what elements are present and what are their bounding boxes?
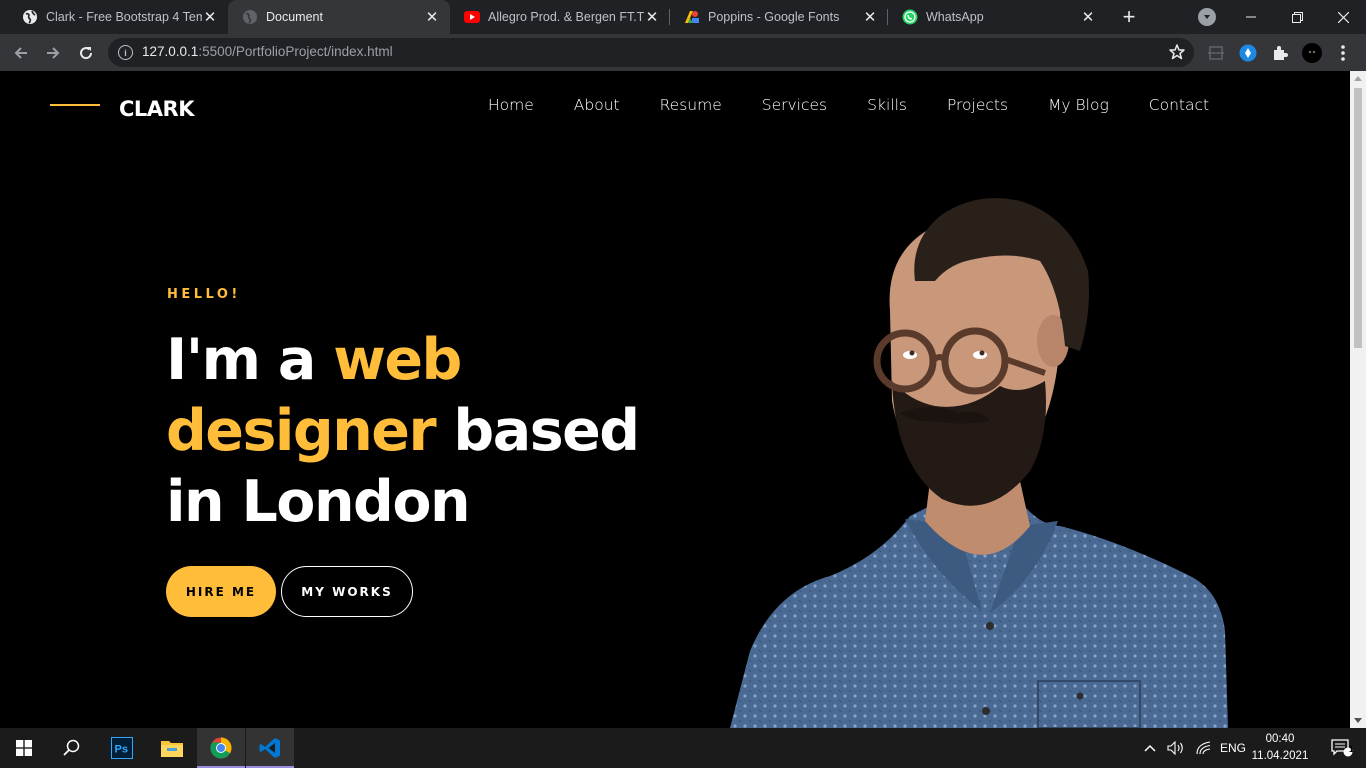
headline-accent: web [333, 327, 462, 393]
hire-me-button[interactable]: HIRE ME [166, 566, 276, 617]
minimize-icon[interactable] [1228, 0, 1274, 34]
tab-google-fonts[interactable]: Poppins - Google Fonts ✕ [670, 0, 888, 34]
tab-title: WhatsApp [926, 10, 984, 24]
bookmark-star-icon[interactable] [1168, 43, 1186, 61]
new-tab-button[interactable]: + [1117, 4, 1141, 29]
clock[interactable]: 00:40 11.04.2021 [1248, 731, 1312, 765]
volume-icon[interactable] [1166, 741, 1186, 755]
nav-skills[interactable]: Skills [867, 96, 907, 114]
brand-accent-line [50, 104, 100, 106]
my-works-button[interactable]: MY WORKS [281, 566, 413, 617]
network-icon[interactable] [1194, 741, 1214, 755]
metamask-extension-icon[interactable] [1238, 43, 1258, 63]
scroll-up-arrow-icon[interactable] [1354, 76, 1362, 81]
web-page: CLARK Home About Resume Services Skills … [0, 71, 1350, 728]
nav-contact[interactable]: Contact [1149, 96, 1209, 114]
hero-headline: I'm a web designer based in London [166, 325, 686, 538]
tab-youtube[interactable]: Allegro Prod. & Bergen FT.Tu ✕ [450, 0, 670, 34]
reload-icon[interactable] [74, 41, 98, 65]
tab-title: Allegro Prod. & Bergen FT.Tu [488, 10, 644, 24]
headline-accent: designer [166, 398, 437, 464]
notification-center-icon[interactable]: 1 [1318, 728, 1366, 768]
page-scrollbar[interactable] [1350, 71, 1366, 728]
url-text: 127.0.0.1:5500/PortfolioProject/index.ht… [142, 44, 393, 59]
globe-icon [242, 9, 258, 25]
tab-clark[interactable]: Clark - Free Bootstrap 4 Temp ✕ [8, 0, 228, 34]
extension-icon[interactable] [1206, 43, 1226, 63]
whatsapp-icon [902, 9, 918, 25]
tab-whatsapp[interactable]: WhatsApp ✕ [888, 0, 1106, 34]
hero-greeting: HELLO! [167, 287, 241, 302]
nav-services[interactable]: Services [762, 96, 827, 114]
headline-text: I'm a [166, 327, 334, 393]
hero-portrait-image [730, 198, 1228, 728]
tab-title: Document [266, 10, 323, 24]
scroll-down-arrow-icon[interactable] [1354, 718, 1362, 723]
nav-about[interactable]: About [574, 96, 620, 114]
clock-date: 11.04.2021 [1251, 750, 1309, 762]
close-icon[interactable]: ✕ [424, 9, 440, 26]
windows-start-icon[interactable] [0, 728, 48, 768]
headline-text: in London [166, 469, 471, 535]
chrome-icon[interactable] [197, 728, 245, 768]
nav-resume[interactable]: Resume [660, 96, 722, 114]
tab-search-icon[interactable] [1198, 8, 1216, 26]
close-window-icon[interactable] [1320, 0, 1366, 34]
tab-title: Clark - Free Bootstrap 4 Temp [46, 10, 202, 24]
profile-avatar[interactable] [1302, 43, 1322, 63]
site-logo[interactable]: CLARK [119, 97, 195, 121]
globe-icon [22, 9, 38, 25]
site-info-icon[interactable]: i [118, 45, 133, 60]
window-controls [1228, 0, 1366, 34]
nav-my-blog[interactable]: My Blog [1048, 96, 1109, 114]
photoshop-icon[interactable]: Ps [98, 728, 146, 768]
forward-icon[interactable] [41, 41, 65, 65]
close-icon[interactable]: ✕ [644, 9, 660, 26]
address-bar[interactable]: i 127.0.0.1:5500/PortfolioProject/index.… [108, 38, 1194, 67]
search-icon[interactable] [48, 728, 96, 768]
windows-taskbar: Ps ENG 00:40 11.04.2021 1 [0, 728, 1366, 768]
notification-count-badge: 1 [1349, 745, 1354, 754]
menu-kebab-icon[interactable] [1333, 43, 1353, 63]
restore-icon[interactable] [1274, 0, 1320, 34]
vscode-icon[interactable] [246, 728, 294, 768]
url-path: :5500/PortfolioProject/index.html [198, 44, 393, 59]
scrollbar-thumb[interactable] [1354, 88, 1362, 348]
youtube-icon [464, 9, 480, 25]
google-fonts-icon [684, 9, 700, 25]
main-navigation: Home About Resume Services Skills Projec… [488, 96, 1249, 114]
system-tray: ENG [1142, 728, 1246, 768]
puzzle-extensions-icon[interactable] [1270, 43, 1290, 63]
nav-home[interactable]: Home [488, 96, 534, 114]
close-icon[interactable]: ✕ [1080, 9, 1096, 26]
tab-document[interactable]: Document ✕ [228, 0, 450, 34]
back-icon[interactable] [9, 41, 33, 65]
close-icon[interactable]: ✕ [862, 9, 878, 26]
headline-text: based [435, 398, 640, 464]
browser-tab-strip: Clark - Free Bootstrap 4 Temp ✕ Document… [0, 0, 1366, 34]
nav-projects[interactable]: Projects [947, 96, 1008, 114]
clock-time: 00:40 [1265, 733, 1295, 745]
close-icon[interactable]: ✕ [202, 9, 218, 26]
svg-text:Ps: Ps [115, 744, 128, 756]
file-explorer-icon[interactable] [148, 728, 196, 768]
tab-title: Poppins - Google Fonts [708, 10, 840, 24]
browser-toolbar: i 127.0.0.1:5500/PortfolioProject/index.… [0, 34, 1366, 71]
url-host: 127.0.0.1 [142, 44, 199, 59]
show-hidden-icons-icon[interactable] [1142, 744, 1158, 752]
language-indicator[interactable]: ENG [1220, 741, 1246, 755]
